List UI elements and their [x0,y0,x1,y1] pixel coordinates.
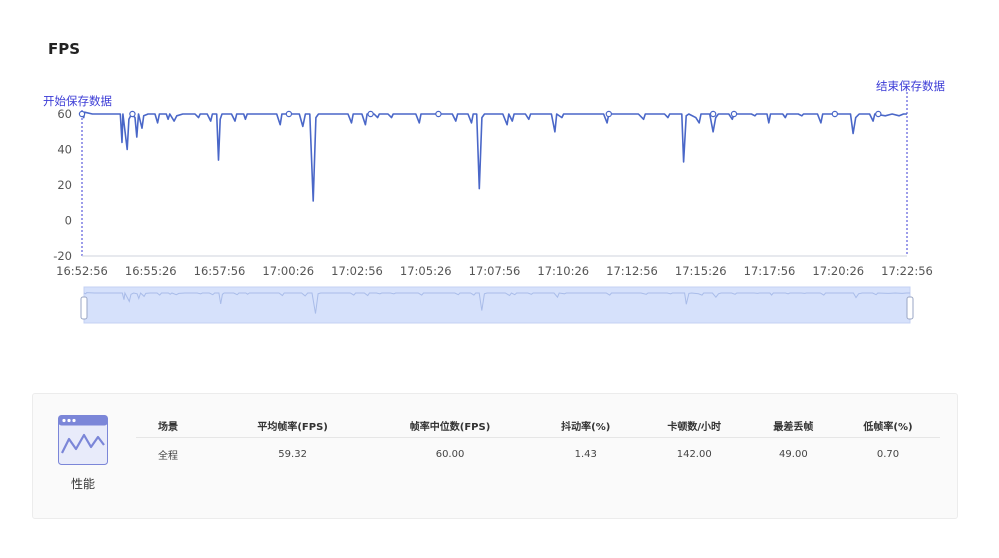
fps-series-line [81,111,907,202]
stats-table: 场景 平均帧率(FPS) 帧率中位数(FPS) 抖动率(%) 卡顿数/小时 最差… [136,413,940,470]
x-tick-label: 16:57:56 [194,264,246,278]
range-slider-left-handle[interactable] [80,296,88,320]
end-marker-label: 结束保存数据 [876,79,945,93]
header-cell: 帧率中位数(FPS) [366,413,534,438]
x-tick-label: 17:02:56 [331,264,383,278]
table-cell: 49.00 [779,448,808,460]
table-cell: 0.70 [876,448,900,460]
y-tick-label: 60 [57,107,72,121]
fps-point-marker [875,110,882,118]
header-cell: 场景 [136,413,219,438]
x-tick-label: 17:05:26 [400,264,452,278]
fps-point-marker [605,110,613,118]
range-slider-track [83,286,911,324]
header-cell: 最差丢帧 [750,413,837,438]
table-cell: 全程 [158,450,178,462]
header-cell: 抖动率(%) [533,413,638,438]
y-tick-label: -20 [53,249,72,263]
x-tick-label: 17:07:56 [469,264,521,278]
header-cell: 卡顿数/小时 [637,413,751,438]
x-tick-label: 16:55:26 [125,264,177,278]
fps-point-marker [730,110,738,118]
table-cell: 142.00 [676,448,712,460]
table-cell: 1.43 [574,448,597,460]
fps-point-marker [709,110,717,118]
x-tick-label: 17:10:26 [537,264,589,278]
y-tick-label: 20 [57,178,72,192]
header-cell: 低帧率(%) [836,413,940,438]
performance-chart-icon [58,415,108,465]
x-tick-label: 17:20:26 [812,264,864,278]
x-tick-label: 17:12:56 [606,264,658,278]
table-row: 全程 59.32 60.00 1.43 142.00 49.00 0.70 [136,438,940,471]
fps-chart: 60 40 20 0 -20 16:52:56 16:55:26 16:57:56 17:00… [43,79,945,324]
fps-point-marker [367,110,374,118]
fps-point-marker [435,110,442,118]
fps-point-marker [285,110,293,118]
y-tick-label: 40 [57,143,72,157]
stats-header-row: 场景 平均帧率(FPS) 帧率中位数(FPS) 抖动率(%) 卡顿数/小时 最差… [136,413,940,438]
x-tick-label: 17:00:26 [262,264,314,278]
fps-point-marker [831,110,839,118]
performance-label: 性能 [70,477,95,491]
x-tick-label: 17:22:56 [881,264,933,278]
y-tick-label: 0 [65,214,72,228]
header-cell: 平均帧率(FPS) [219,413,367,438]
table-cell: 59.32 [278,448,307,460]
fps-point-marker [129,110,136,118]
x-tick-label: 17:17:56 [744,264,796,278]
range-slider-right-handle[interactable] [906,296,914,320]
x-tick-label: 17:15:26 [675,264,727,278]
table-cell: 60.00 [435,448,465,460]
fps-point-marker [78,110,86,118]
x-tick-label: 16:52:56 [56,264,108,278]
start-marker-label: 开始保存数据 [43,94,112,108]
